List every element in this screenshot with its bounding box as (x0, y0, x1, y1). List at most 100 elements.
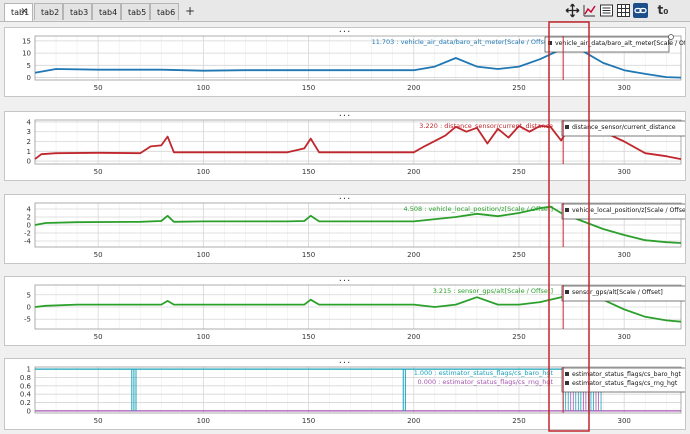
legend-entry: vehicle_local_position/z[Scale / Offset] (572, 207, 685, 214)
legend[interactable]: vehicle_local_position/z[Scale / Offset] (561, 202, 685, 220)
legend-entry: distance_sensor/current_distance (572, 124, 676, 131)
x-tick-label: 150 (302, 251, 315, 259)
y-tick-label: 1 (27, 148, 31, 156)
x-tick-label: 200 (407, 333, 420, 341)
x-tick-label: 150 (302, 168, 315, 176)
x-tick-label: 150 (302, 417, 315, 425)
y-tick-label: 0.2 (20, 399, 31, 407)
plot-panel-estimator-flags[interactable]: ··· 50 100 150 200 250 300 0 0.2 0.4 0.6 0.8 1 1.000… (4, 358, 686, 430)
legend[interactable]: estimator_status_flags/cs_baro_hgtestima… (561, 366, 685, 393)
y-tick-label: 2 (27, 138, 31, 146)
plot-canvas[interactable]: 50 100 150 200 250 300 -4-2024 4.508 : vehicle_… (5, 195, 685, 263)
move-icon[interactable] (565, 3, 580, 18)
x-tick-label: 250 (512, 251, 525, 259)
value-readout: 3.215 : sensor_gps/alt[Scale / Offset] (433, 287, 553, 295)
legend-swatch (565, 125, 569, 129)
y-tick-label: 4 (27, 118, 32, 126)
chart-settings-icon[interactable] (582, 3, 597, 18)
y-tick-label: 2 (27, 214, 31, 222)
tab-label: tab4 (99, 8, 118, 17)
grid-icon[interactable] (616, 3, 631, 18)
time-offset-icon[interactable]: t₀ (652, 3, 674, 18)
x-tick-label: 250 (512, 168, 525, 176)
x-tick-label: 100 (197, 333, 210, 341)
x-tick-label: 150 (302, 333, 315, 341)
legend[interactable]: distance_sensor/current_distance (561, 119, 685, 137)
tab-label: tab6 (157, 8, 176, 17)
plot-canvas[interactable]: 50 100 150 200 250 300 00.20.40.60.81 1.000 : e… (5, 359, 685, 429)
y-tick-label: 0 (27, 158, 31, 166)
legend[interactable]: vehicle_air_data/baro_alt_meter[Scale / … (544, 34, 685, 53)
x-tick-label: 300 (617, 84, 630, 92)
x-tick-label: 150 (302, 84, 315, 92)
tab-6[interactable]: tab6 (150, 3, 179, 20)
legend-resize-handle[interactable] (668, 34, 674, 40)
y-tick-label: 5 (27, 291, 31, 299)
y-tick-label: 3 (27, 128, 31, 136)
tab-label: tab5 (128, 8, 147, 17)
tab-2[interactable]: tab2 (34, 3, 63, 20)
value-readout: 0.000 : estimator_status_flags/cs_rng_hg… (418, 378, 554, 386)
plot-panel-local-position-z[interactable]: ··· 50 100 150 200 250 300 -4 -2 0 2 4 4.508 : vehi… (4, 194, 686, 264)
y-tick-label: 4 (27, 206, 32, 214)
y-tick-label: 0.4 (20, 391, 32, 399)
x-tick-label: 300 (617, 168, 630, 176)
plot-panel-distance-sensor[interactable]: ··· 50 100 150 200 250 300 0 1 2 3 4 3.220 : distan… (4, 111, 686, 181)
y-tick-label: 10 (22, 50, 31, 58)
x-tick-label: 50 (94, 333, 103, 341)
y-tick-label: 0.8 (20, 374, 31, 382)
legend-entry: vehicle_air_data/baro_alt_meter[Scale / … (555, 40, 685, 47)
legend-swatch (565, 290, 569, 294)
y-tick-label: 1 (27, 366, 31, 374)
plot-canvas[interactable]: 50 100 150 200 250 300 -5 0 5 3.215 : sensor_gps/… (5, 277, 685, 345)
value-readout: 4.508 : vehicle_local_position/z[Scale /… (404, 205, 553, 213)
y-tick-label: 0 (27, 222, 31, 230)
y-tick-label: 15 (22, 37, 31, 45)
x-tick-label: 200 (407, 251, 420, 259)
tab-label: tab3 (70, 8, 89, 17)
tab-3[interactable]: tab3 (63, 3, 92, 20)
close-icon[interactable]: ✕ (20, 4, 28, 21)
x-tick-label: 250 (512, 84, 525, 92)
tab-4[interactable]: tab4 (92, 3, 121, 20)
plot-canvas[interactable]: 50 100 150 200 250 300 0 5 10 15 11.703 : vehicle_… (5, 28, 685, 96)
legend-swatch (565, 381, 569, 385)
x-tick-label: 250 (512, 417, 525, 425)
link-icon[interactable] (633, 3, 648, 18)
x-tick-label: 200 (407, 168, 420, 176)
x-tick-label: 300 (617, 251, 630, 259)
legend-swatch (565, 208, 569, 212)
legend-swatch (548, 41, 552, 45)
y-tick-label: 5 (27, 62, 31, 70)
y-tick-label: 0 (27, 304, 31, 312)
value-readout: 1.000 : estimator_status_flags/cs_baro_h… (414, 369, 554, 377)
y-tick-label: 0 (27, 407, 31, 415)
add-tab-button[interactable]: + (185, 4, 195, 18)
x-tick-label: 100 (197, 84, 210, 92)
legend-entry: estimator_status_flags/cs_rng_hgt (572, 380, 678, 387)
value-readout: 11.703 : vehicle_air_data/baro_alt_meter… (372, 38, 553, 46)
value-readout: 3.220 : distance_sensor/current_distance (419, 122, 553, 130)
plot-canvas[interactable]: 50 100 150 200 250 300 0 1 2 3 4 3.220 : distance_s… (5, 112, 685, 180)
legend-icon[interactable] (599, 3, 614, 18)
tab-label: tab2 (41, 8, 60, 17)
x-tick-label: 100 (197, 417, 210, 425)
x-tick-label: 250 (512, 333, 525, 341)
legend-entry: sensor_gps/alt[Scale / Offset] (572, 289, 663, 296)
x-tick-label: 100 (197, 168, 210, 176)
tab-5[interactable]: tab5 (121, 3, 150, 20)
legend-entry: estimator_status_flags/cs_baro_hgt (572, 371, 681, 378)
y-tick-label: -2 (24, 230, 31, 238)
y-tick-label: 0 (27, 74, 31, 82)
tab-1[interactable]: tab1 ✕ (4, 3, 33, 21)
x-tick-label: 50 (94, 84, 103, 92)
plot-panel-gps-alt[interactable]: ··· 50 100 150 200 250 300 -5 0 5 3.215 : sensor_… (4, 276, 686, 346)
y-tick-label: 0.6 (20, 382, 32, 390)
plot-panel-baro-alt[interactable]: ··· 50 100 150 200 250 300 0 5 10 15 11.703 : vehi… (4, 27, 686, 97)
legend[interactable]: sensor_gps/alt[Scale / Offset] (561, 284, 685, 302)
x-tick-label: 300 (617, 417, 630, 425)
y-tick-label: -4 (24, 238, 32, 246)
tab-bar: tab1 ✕ tab2 tab3 tab4 tab5 tab6 + t₀ (0, 0, 690, 22)
x-tick-label: 200 (407, 84, 420, 92)
x-tick-label: 300 (617, 333, 630, 341)
